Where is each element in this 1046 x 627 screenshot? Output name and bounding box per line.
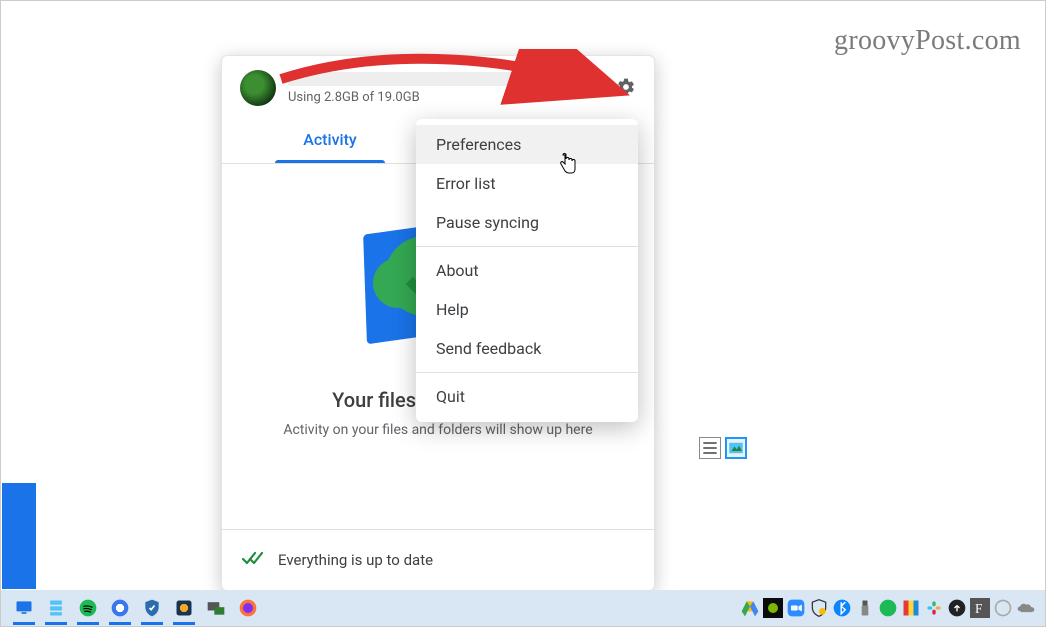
- thumbnail-view-icon[interactable]: [725, 437, 747, 459]
- taskbar-app-snagit-icon[interactable]: [169, 593, 199, 623]
- taskbar-app-firefox-icon[interactable]: [233, 593, 263, 623]
- tray-onedrive-icon[interactable]: [1015, 593, 1037, 623]
- taskbar-app-shield-icon[interactable]: [137, 593, 167, 623]
- windows-taskbar: F: [1, 590, 1045, 626]
- taskbar-app-remote-icon[interactable]: [201, 593, 231, 623]
- tray-color-icon[interactable]: [900, 593, 922, 623]
- tab-activity[interactable]: Activity: [222, 116, 438, 163]
- account-email-redacted: [288, 72, 528, 86]
- tray-slack-icon[interactable]: [923, 593, 945, 623]
- menu-item-about[interactable]: About: [416, 251, 638, 290]
- tray-bluetooth-icon[interactable]: [831, 593, 853, 623]
- settings-button[interactable]: [612, 74, 640, 102]
- list-view-icon[interactable]: [699, 437, 721, 459]
- svg-text:F: F: [975, 601, 982, 616]
- menu-item-error-list[interactable]: Error list: [416, 164, 638, 203]
- view-switch-group: [699, 437, 747, 459]
- menu-item-help[interactable]: Help: [416, 290, 638, 329]
- taskbar-app-server-icon[interactable]: [41, 593, 71, 623]
- gear-icon: [616, 77, 636, 100]
- tray-google-drive-icon[interactable]: [739, 593, 761, 623]
- account-info: Using 2.8GB of 19.0GB: [288, 72, 600, 105]
- menu-item-send-feedback[interactable]: Send feedback: [416, 329, 638, 368]
- taskbar-app-signal-icon[interactable]: [105, 593, 135, 623]
- tray-zoom-icon[interactable]: [785, 593, 807, 623]
- menu-separator: [416, 372, 638, 373]
- account-avatar[interactable]: [240, 70, 276, 106]
- menu-separator: [416, 246, 638, 247]
- status-subline: Activity on your files and folders will …: [283, 422, 592, 438]
- double-check-icon: [242, 548, 264, 572]
- tray-cloud-upload-icon[interactable]: [946, 593, 968, 623]
- tray-usb-icon[interactable]: [854, 593, 876, 623]
- menu-item-quit[interactable]: Quit: [416, 377, 638, 416]
- storage-usage-text: Using 2.8GB of 19.0GB: [288, 90, 600, 105]
- footer-status-text: Everything is up to date: [278, 551, 433, 569]
- watermark-text: groovyPost.com: [834, 25, 1021, 57]
- popup-header: Using 2.8GB of 19.0GB: [222, 56, 654, 116]
- taskbar-app-spotify-icon[interactable]: [73, 593, 103, 623]
- system-tray: F: [739, 593, 1037, 623]
- menu-item-preferences[interactable]: Preferences: [416, 125, 638, 164]
- tray-f-app-icon[interactable]: F: [969, 593, 991, 623]
- cursor-hand-icon: [559, 153, 577, 180]
- tray-security-icon[interactable]: [808, 593, 830, 623]
- menu-item-pause-syncing[interactable]: Pause syncing: [416, 203, 638, 242]
- taskbar-app-monitor-icon[interactable]: [9, 593, 39, 623]
- tray-spotify-icon[interactable]: [877, 593, 899, 623]
- settings-menu: Preferences Error list Pause syncing Abo…: [416, 119, 638, 422]
- desktop-window-fragment: [2, 483, 36, 589]
- tray-nvidia-icon[interactable]: [762, 593, 784, 623]
- popup-footer: Everything is up to date: [222, 529, 654, 590]
- tray-sync-idle-icon[interactable]: [992, 593, 1014, 623]
